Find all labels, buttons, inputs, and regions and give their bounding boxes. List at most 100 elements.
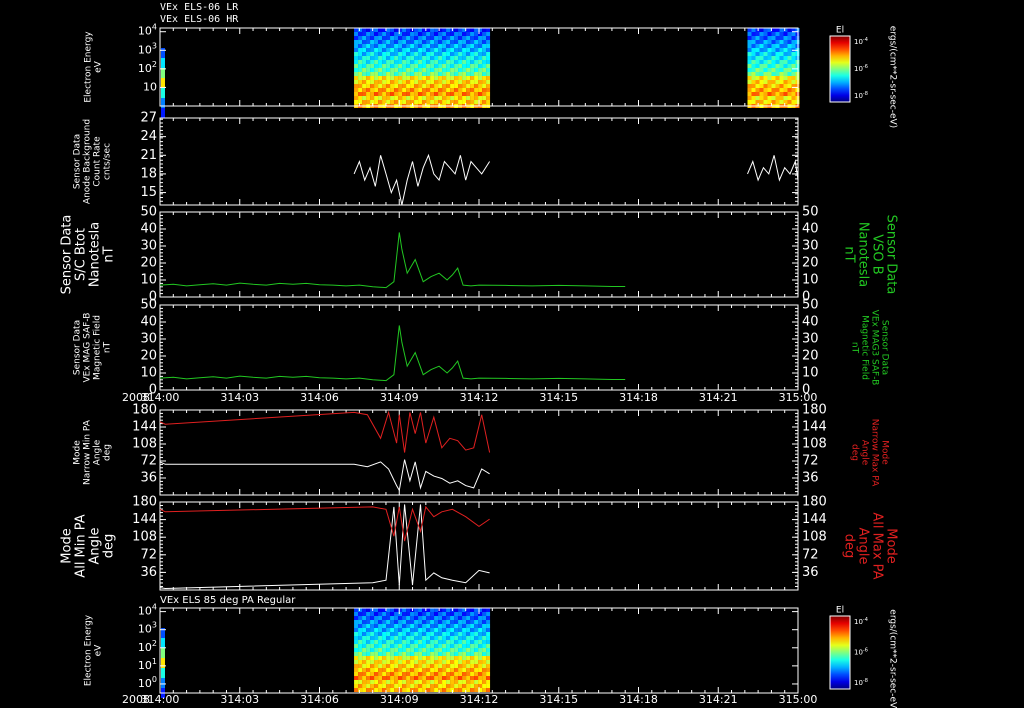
spectrogram-cell (783, 44, 788, 48)
spectrogram-cell (406, 612, 411, 616)
spectrogram-cell (450, 640, 455, 644)
spectrogram-cell (466, 76, 471, 80)
spectrogram-cell (430, 668, 435, 672)
spectrogram-cell (414, 684, 419, 688)
spectrogram-cell (418, 28, 423, 32)
time-axis-mid-label: 314:00 (141, 391, 180, 404)
spectrogram-cell (763, 80, 768, 84)
spectrogram-cell (366, 60, 371, 64)
spectrogram-cell (422, 680, 427, 684)
spectrogram-cell (374, 620, 379, 624)
spectrogram-cell (414, 656, 419, 660)
spectrogram-cell (354, 76, 359, 80)
spectrogram-cell (362, 612, 367, 616)
spectrogram-cell (398, 660, 403, 664)
spectrogram-cell (430, 56, 435, 60)
spectrogram-cell (486, 88, 491, 92)
spectrogram-cell (486, 632, 491, 636)
spectrogram-cell (358, 632, 363, 636)
spectrogram-cell (394, 644, 399, 648)
spectrogram-cell (755, 40, 760, 44)
spectrogram-cell (382, 36, 387, 40)
spectrogram-cell (398, 620, 403, 624)
sc_btot-ytick-label: 40 (140, 222, 157, 237)
spectrogram-cell (362, 668, 367, 672)
narrow_pa-ylabel-line: deg (103, 444, 113, 461)
spectrogram-cell (462, 676, 467, 680)
mag_saf_b-ylabel: Sensor Data VEx MAG SAF-B Magnetic Field nT (73, 313, 113, 383)
spectrogram-cell (426, 632, 431, 636)
spectrogram-cell (402, 672, 407, 676)
els_lr_spectrogram-ylabel: Electron Energy eV (84, 31, 104, 103)
spectrogram-cell (783, 60, 788, 64)
spectrogram-cell (366, 664, 371, 668)
mag_saf_b-ytick-label-right: 20 (802, 349, 819, 364)
spectrogram-cell (378, 664, 383, 668)
spectrogram-cell (771, 68, 776, 72)
spectrogram-cell (414, 28, 419, 32)
spectrogram-cell (450, 56, 455, 60)
spectrogram-cell (354, 88, 359, 92)
spectrogram-cell (438, 636, 443, 640)
spectrogram-cell (426, 68, 431, 72)
spectrogram-cell (466, 36, 471, 40)
spectrogram-cell (366, 44, 371, 48)
spectrogram-cell (358, 40, 363, 44)
spectrogram-cell (398, 612, 403, 616)
spectrogram-cell (446, 84, 451, 88)
spectrogram-cell (446, 32, 451, 36)
spectrogram-cell (486, 628, 491, 632)
spectrogram-cell (390, 652, 395, 656)
spectrogram-cell (474, 36, 479, 40)
spectrogram-cell (474, 84, 479, 88)
spectrogram-cell (410, 56, 415, 60)
spectrogram-cell (370, 632, 375, 636)
spectrogram-cell (366, 660, 371, 664)
all_pa-ylabel-right: ModeAll Max PAAngledeg (842, 512, 899, 579)
spectrogram-cell (370, 84, 375, 88)
spectrogram-cell (454, 76, 459, 80)
spectrogram-cell (366, 92, 371, 96)
spectrogram-cell (434, 640, 439, 644)
spectrogram-cell (366, 56, 371, 60)
spectrogram-cell (442, 68, 447, 72)
spectrogram-cell (450, 676, 455, 680)
anode_background-ytick-label: 18 (140, 166, 157, 181)
spectrogram-cell (402, 656, 407, 660)
spectrogram-cell (438, 96, 443, 100)
spectrogram-cell (438, 628, 443, 632)
spectrogram-cell (442, 52, 447, 56)
spectrogram-cell (354, 84, 359, 88)
spectrogram-cell (446, 36, 451, 40)
spectrogram-cell (390, 636, 395, 640)
spectrogram-cell (783, 80, 788, 84)
spectrogram-cell (406, 72, 411, 76)
spectrogram-cell (398, 680, 403, 684)
spectrogram-cell (414, 72, 419, 76)
spectrogram-cell (358, 660, 363, 664)
spectrogram-cell (474, 624, 479, 628)
spectrogram-cell (478, 40, 483, 44)
els_85deg_spectrogram-colorbar-label: El (836, 606, 844, 616)
spectrogram-cell (378, 48, 383, 52)
spectrogram-cell (358, 76, 363, 80)
spectrogram-cell (418, 80, 423, 84)
spectrogram-cell (466, 648, 471, 652)
spectrogram-cell (759, 88, 764, 92)
spectrogram-cell (474, 72, 479, 76)
spectrogram-cell (386, 624, 391, 628)
spectrogram-cell (406, 40, 411, 44)
time-axis-mid-label: 314:06 (300, 391, 339, 404)
narrow_pa-ylabel-right-line: deg (850, 444, 860, 461)
spectrogram-cell (791, 92, 796, 96)
time-axis-mid-label: 314:15 (539, 391, 578, 404)
spectrogram-cell (751, 84, 756, 88)
spectrogram-cell (406, 664, 411, 668)
spectrogram-cell (430, 628, 435, 632)
spectrogram-cell (426, 36, 431, 40)
spectrogram-cell (378, 76, 383, 80)
spectrogram-cell (382, 76, 387, 80)
spectrogram-cell (474, 96, 479, 100)
spectrogram-cell (763, 52, 768, 56)
spectrogram-cell (402, 684, 407, 688)
